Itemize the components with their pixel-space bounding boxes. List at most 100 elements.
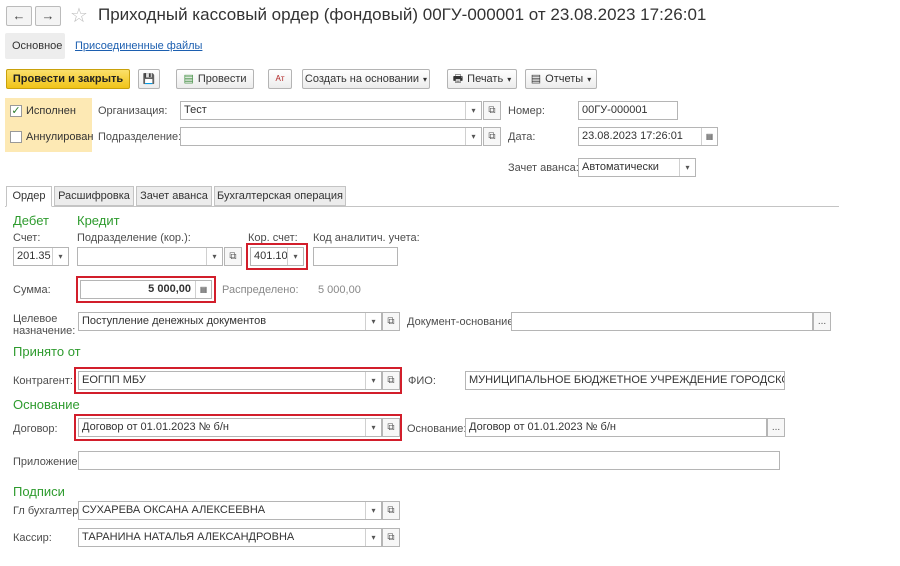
chief-accountant-open-button[interactable]: ⧉	[382, 501, 400, 520]
tab-breakdown[interactable]: Расшифровка	[54, 186, 134, 206]
number-label: Номер:	[508, 105, 545, 117]
executed-checkbox[interactable]: ✓	[10, 105, 22, 117]
analytic-code-field[interactable]	[313, 247, 398, 266]
date-field[interactable]: 23.08.2023 17:26:01 ▦	[578, 127, 718, 146]
cashier-open-button[interactable]: ⧉	[382, 528, 400, 547]
post-icon: ▤	[183, 73, 194, 85]
date-value: 23.08.2023 17:26:01	[582, 130, 683, 142]
open-icon: ⧉	[387, 505, 395, 516]
distributed-value: 5 000,00	[318, 284, 361, 296]
cashier-label: Кассир:	[13, 532, 52, 544]
basis-field[interactable]: Договор от 01.01.2023 № б/н	[465, 418, 767, 437]
chevron-down-icon[interactable]: ▾	[465, 102, 481, 119]
ellipsis-icon: ...	[771, 422, 781, 433]
purpose-label-line1: Целевое	[13, 313, 58, 325]
back-button[interactable]: ←	[6, 6, 32, 26]
advance-offset-select[interactable]: Автоматически ▾	[578, 158, 696, 177]
debit-header: Дебет	[13, 213, 49, 228]
counterparty-label: Контрагент:	[13, 375, 73, 387]
chevron-down-icon[interactable]: ▾	[679, 159, 695, 176]
chevron-down-icon: ▾	[423, 75, 428, 84]
executed-label: Исполнен	[26, 105, 76, 117]
received-from-header: Принято от	[13, 344, 81, 359]
cashier-field[interactable]: ТАРАНИНА НАТАЛЬЯ АЛЕКСАНДРОВНА ▾	[78, 528, 382, 547]
basis-header: Основание	[13, 397, 80, 412]
basis-label: Основание:	[407, 423, 467, 435]
corr-account-highlight	[246, 243, 308, 270]
open-icon: ⧉	[488, 131, 496, 142]
corr-division-field[interactable]: ▾	[77, 247, 223, 266]
forward-button[interactable]: →	[35, 6, 61, 26]
tab-accounting-operation[interactable]: Бухгалтерская операция	[214, 186, 346, 206]
chevron-down-icon[interactable]: ▾	[206, 248, 222, 265]
organization-field[interactable]: Тест ▾	[180, 101, 482, 120]
reports-button[interactable]: ▤ Отчеты ▾	[525, 69, 597, 89]
print-button[interactable]: 🖶 Печать ▾	[447, 69, 517, 89]
organization-value: Тест	[184, 104, 207, 116]
accounting-icon: Aт	[275, 74, 285, 83]
chevron-down-icon: ▾	[587, 75, 592, 84]
sum-highlight	[76, 276, 216, 303]
chief-accountant-label: Гл бухгалтер:	[13, 505, 82, 517]
advance-offset-value: Автоматически	[582, 161, 659, 173]
favorite-star-icon[interactable]: ☆	[70, 3, 88, 28]
purpose-value: Поступление денежных документов	[82, 315, 267, 327]
open-icon: ⧉	[229, 251, 237, 262]
ellipsis-icon: ...	[817, 316, 827, 327]
tab-order[interactable]: Ордер	[6, 186, 52, 207]
distributed-label: Распределено:	[222, 284, 299, 296]
cashier-value: ТАРАНИНА НАТАЛЬЯ АЛЕКСАНДРОВНА	[82, 531, 295, 543]
post-and-close-button[interactable]: Провести и закрыть	[6, 69, 130, 89]
save-icon: 💾	[142, 74, 156, 85]
chevron-down-icon[interactable]: ▾	[365, 529, 381, 546]
open-icon: ⧉	[387, 532, 395, 543]
division-label: Подразделение:	[98, 131, 182, 143]
contract-label: Договор:	[13, 423, 58, 435]
create-based-on-label: Создать на основании	[304, 73, 420, 85]
fio-label: ФИО:	[408, 375, 436, 387]
post-button[interactable]: ▤ Провести	[176, 69, 254, 89]
chevron-down-icon[interactable]: ▾	[465, 128, 481, 145]
number-field[interactable]: 00ГУ-000001	[578, 101, 678, 120]
organization-open-button[interactable]: ⧉	[483, 101, 501, 120]
page-title: Приходный кассовый ордер (фондовый) 00ГУ…	[98, 5, 707, 24]
organization-label: Организация:	[98, 105, 168, 117]
tab-attached-files[interactable]: Присоединенные файлы	[75, 40, 202, 52]
post-button-label: Провести	[197, 73, 247, 85]
account-label: Счет:	[13, 232, 41, 244]
credit-header: Кредит	[77, 213, 120, 228]
chevron-down-icon[interactable]: ▾	[365, 313, 381, 330]
purpose-field[interactable]: Поступление денежных документов ▾	[78, 312, 382, 331]
analytic-code-label: Код аналитич. учета:	[313, 232, 420, 244]
purpose-open-button[interactable]: ⧉	[382, 312, 400, 331]
account-field[interactable]: 201.35 ▾	[13, 247, 69, 266]
print-label: Печать	[467, 73, 504, 85]
chevron-down-icon: ▾	[507, 75, 512, 84]
attachment-field[interactable]	[78, 451, 780, 470]
calendar-icon[interactable]: ▦	[701, 128, 717, 145]
chevron-down-icon[interactable]: ▾	[365, 502, 381, 519]
contract-highlight	[74, 414, 402, 441]
purpose-label-line2: назначение:	[13, 325, 76, 337]
cancelled-checkbox[interactable]	[10, 131, 22, 143]
basis-document-field[interactable]	[511, 312, 813, 331]
create-based-on-button[interactable]: Создать на основании ▾	[302, 69, 430, 89]
account-value: 201.35	[17, 250, 51, 262]
tab-main[interactable]: Основное	[12, 40, 62, 52]
basis-document-select-button[interactable]: ...	[813, 312, 831, 331]
corr-division-label: Подразделение (кор.):	[77, 232, 191, 244]
accounting-entries-button[interactable]: Aт	[268, 69, 292, 89]
basis-select-button[interactable]: ...	[767, 418, 785, 437]
counterparty-highlight	[74, 367, 402, 394]
chief-accountant-field[interactable]: СУХАРЕВА ОКСАНА АЛЕКСЕЕВНА ▾	[78, 501, 382, 520]
corr-division-open-button[interactable]: ⧉	[224, 247, 242, 266]
fio-field[interactable]: МУНИЦИПАЛЬНОЕ БЮДЖЕТНОЕ УЧРЕЖДЕНИЕ ГОРОД…	[465, 371, 785, 390]
chevron-down-icon[interactable]: ▾	[52, 248, 68, 265]
division-open-button[interactable]: ⧉	[483, 127, 501, 146]
division-field[interactable]: ▾	[180, 127, 482, 146]
cancelled-label: Аннулирован	[26, 131, 94, 143]
chief-accountant-value: СУХАРЕВА ОКСАНА АЛЕКСЕЕВНА	[82, 504, 266, 516]
tab-advance-offset[interactable]: Зачет аванса	[136, 186, 212, 206]
save-button[interactable]: 💾	[138, 69, 160, 89]
report-icon: ▤	[530, 73, 542, 85]
